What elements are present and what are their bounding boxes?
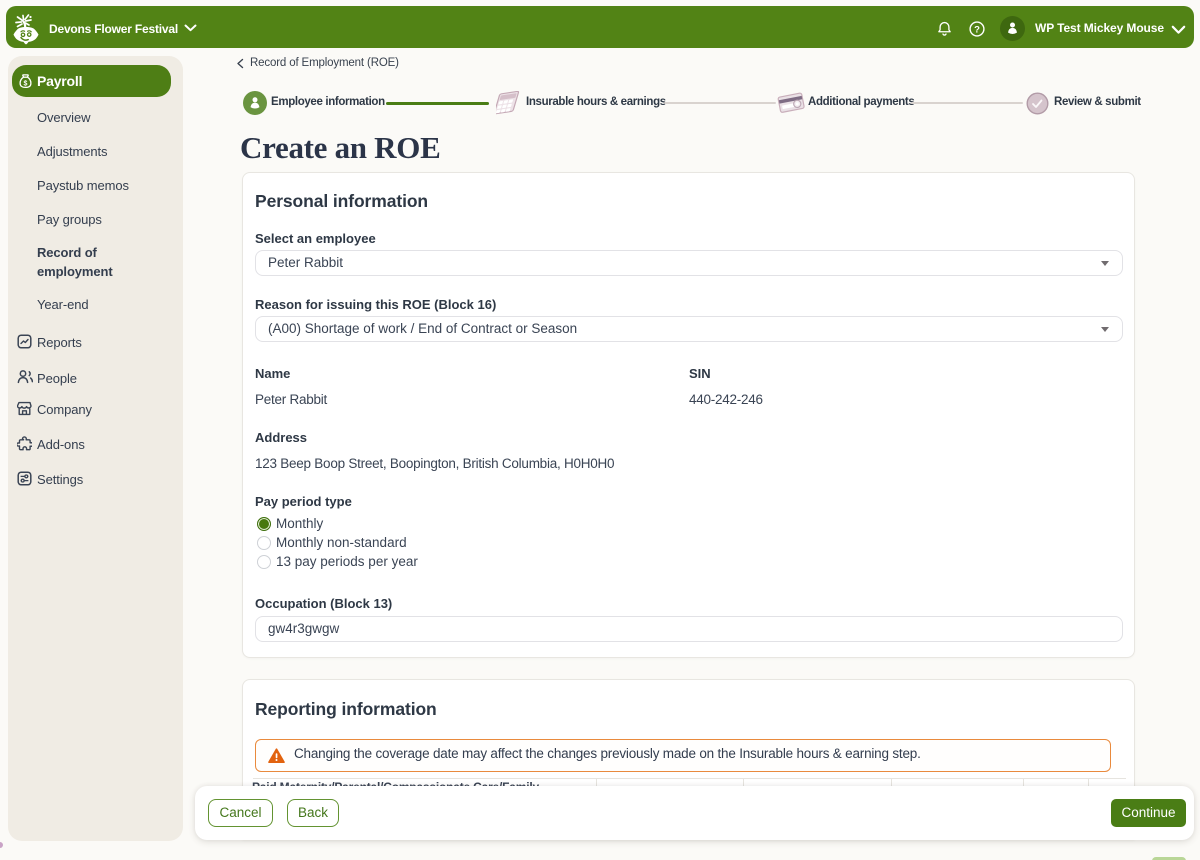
svg-text:?: ? [974,25,980,36]
svg-text:$: $ [24,81,28,88]
